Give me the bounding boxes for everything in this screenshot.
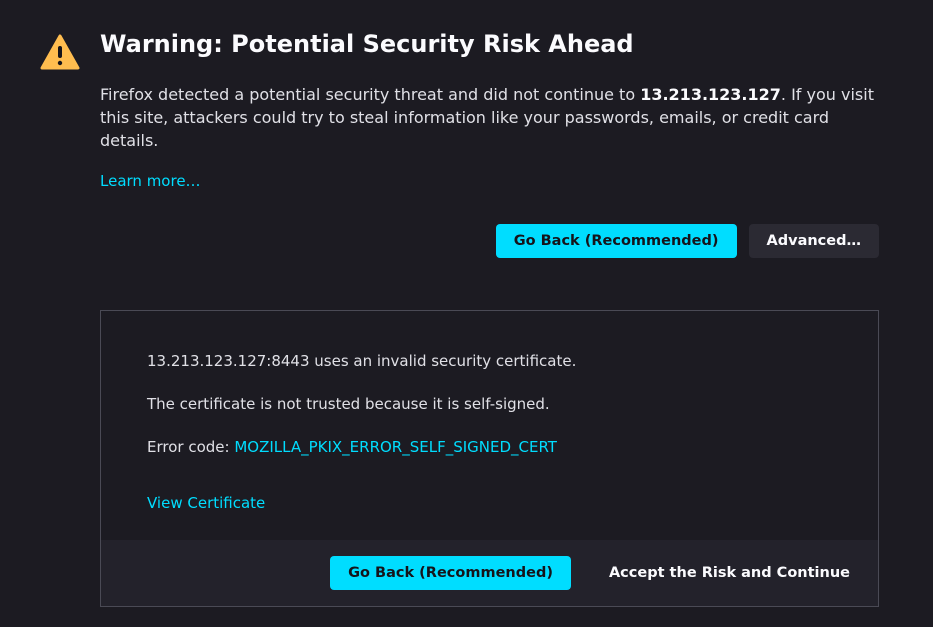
cert-reason-text: The certificate is not trusted because i… xyxy=(147,394,832,415)
learn-more-link[interactable]: Learn more… xyxy=(100,172,201,190)
error-code-label: Error code: xyxy=(147,438,234,456)
description-host: 13.213.123.127 xyxy=(640,85,781,104)
advanced-panel-body: 13.213.123.127:8443 uses an invalid secu… xyxy=(101,311,878,540)
accept-risk-button[interactable]: Accept the Risk and Continue xyxy=(609,565,850,581)
header-row: Warning: Potential Security Risk Ahead F… xyxy=(40,30,879,607)
go-back-button-footer[interactable]: Go Back (Recommended) xyxy=(330,556,571,590)
warning-triangle-icon xyxy=(40,34,80,76)
error-code-line: Error code: MOZILLA_PKIX_ERROR_SELF_SIGN… xyxy=(147,437,832,458)
advanced-panel-footer: Go Back (Recommended) Accept the Risk an… xyxy=(101,540,878,606)
view-certificate-link[interactable]: View Certificate xyxy=(147,494,265,512)
warning-description: Firefox detected a potential security th… xyxy=(100,83,879,153)
advanced-button[interactable]: Advanced… xyxy=(749,224,879,258)
content-area: Warning: Potential Security Risk Ahead F… xyxy=(100,30,879,607)
security-warning-page: Warning: Potential Security Risk Ahead F… xyxy=(0,0,933,627)
cert-invalid-text: 13.213.123.127:8443 uses an invalid secu… xyxy=(147,351,832,372)
primary-button-row: Go Back (Recommended) Advanced… xyxy=(100,224,879,258)
description-prefix: Firefox detected a potential security th… xyxy=(100,85,640,104)
page-title: Warning: Potential Security Risk Ahead xyxy=(100,30,879,59)
go-back-button[interactable]: Go Back (Recommended) xyxy=(496,224,737,258)
advanced-panel: 13.213.123.127:8443 uses an invalid secu… xyxy=(100,310,879,607)
error-code-link[interactable]: MOZILLA_PKIX_ERROR_SELF_SIGNED_CERT xyxy=(234,438,557,456)
